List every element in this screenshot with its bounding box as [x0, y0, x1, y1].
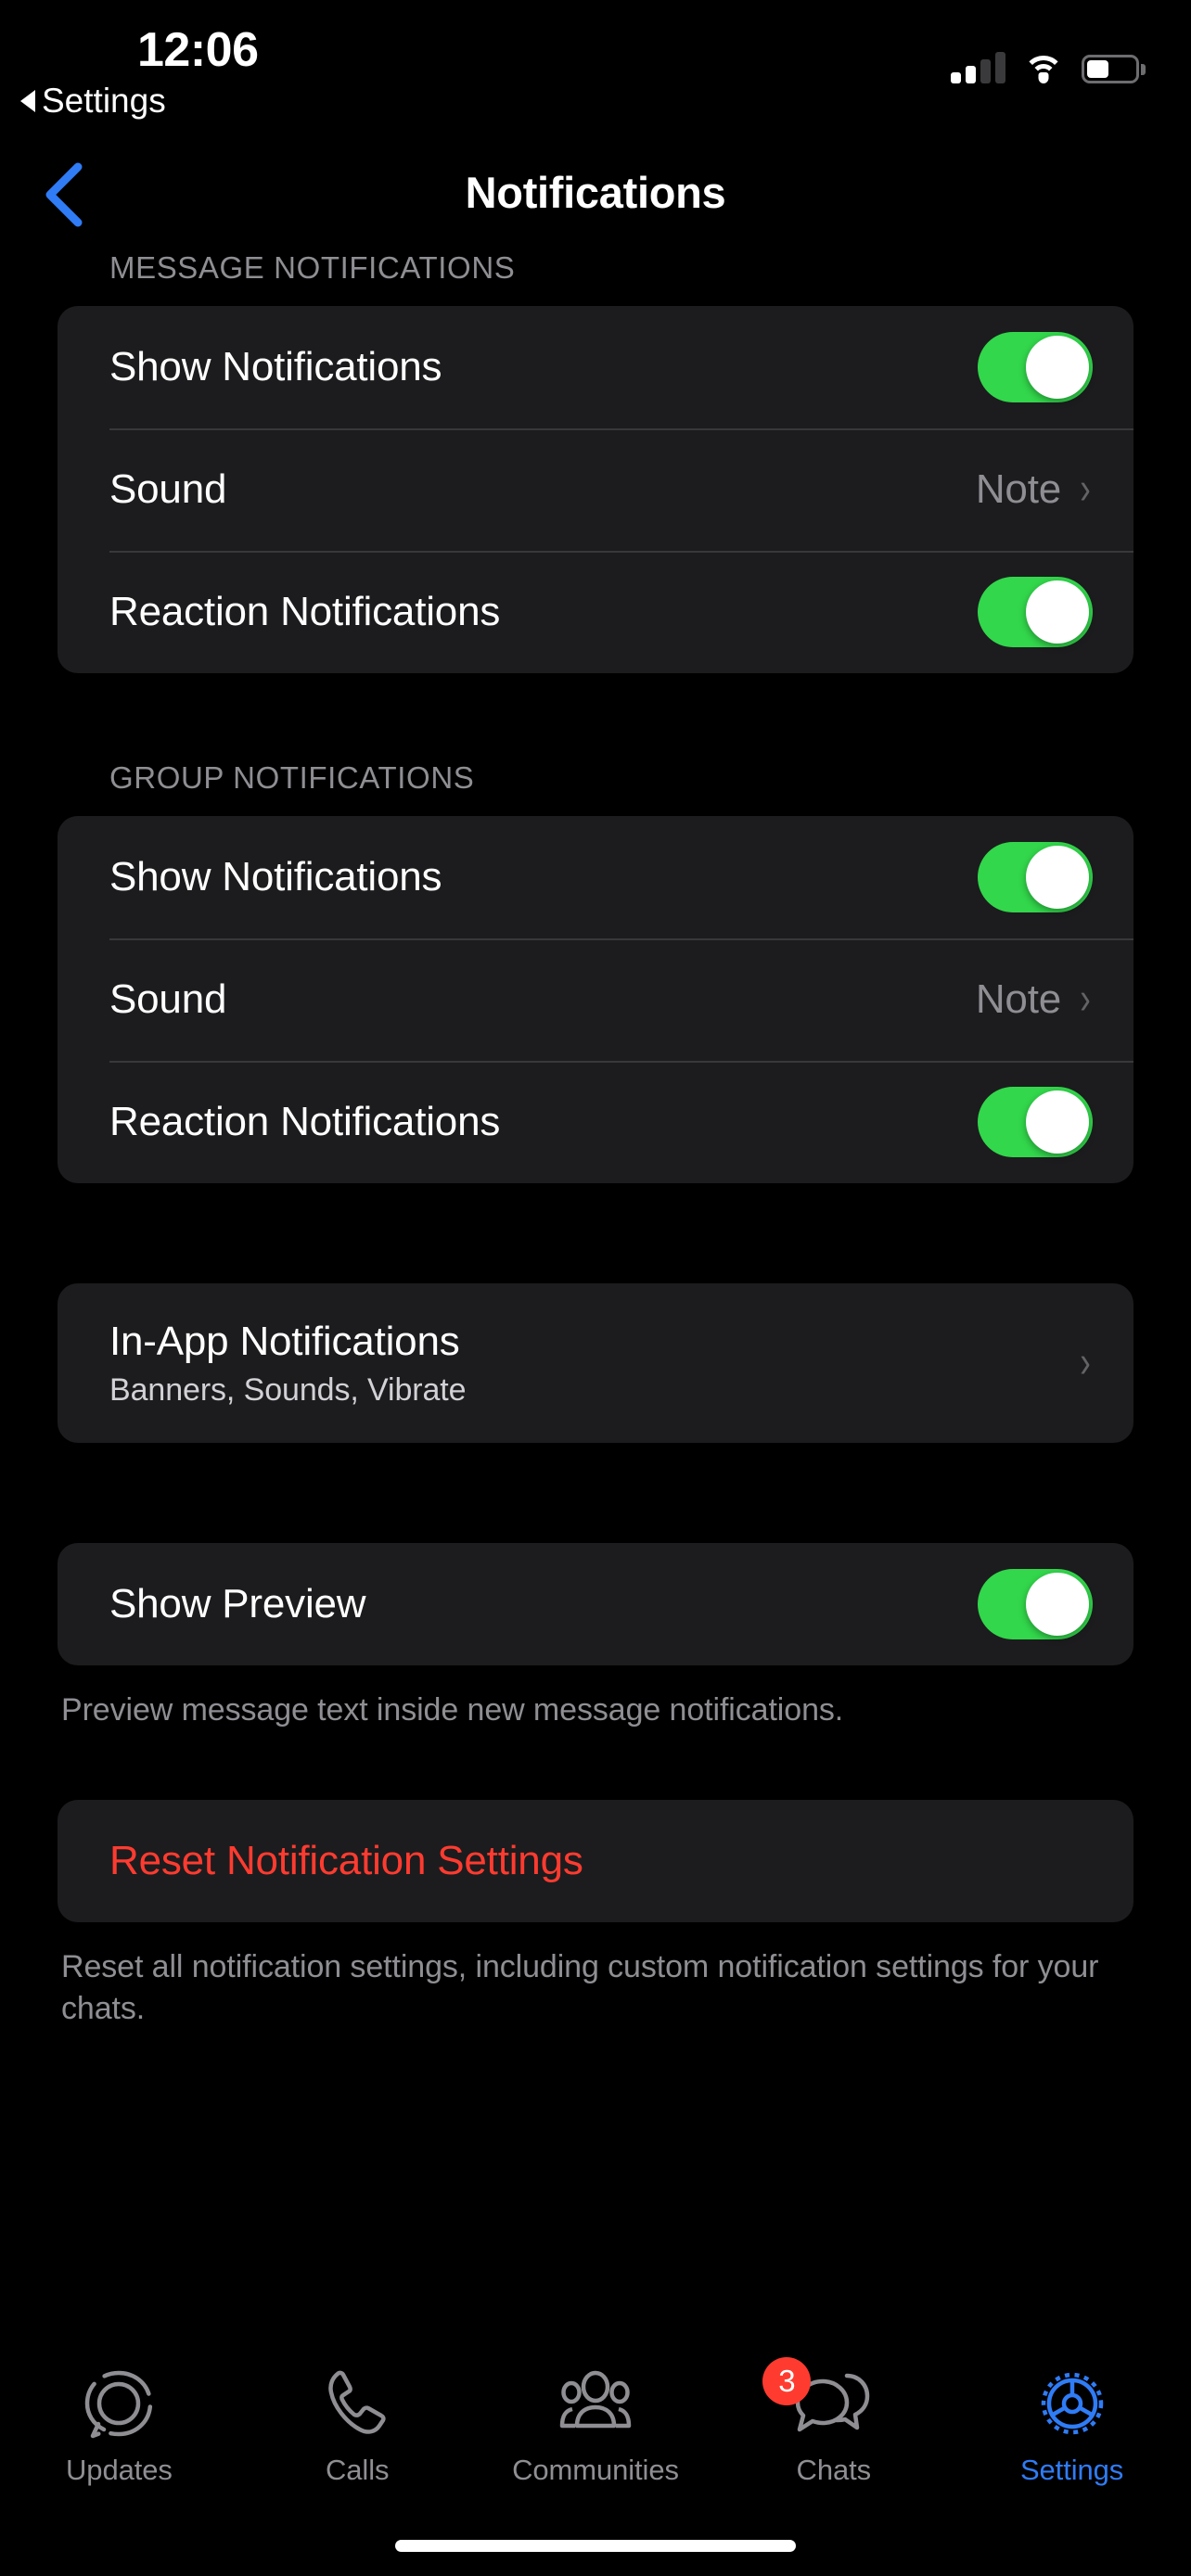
row-label: Reaction Notifications [109, 1099, 501, 1144]
tab-calls[interactable]: Calls [238, 2361, 477, 2487]
section-header-group-notifications: GROUP NOTIFICATIONS [109, 760, 475, 795]
row-value-sound: Note [975, 976, 1062, 1022]
row-group-show-notifications[interactable]: Show Notifications [58, 816, 1133, 938]
card-message-notifications: Show Notifications Sound Note › Reaction… [58, 306, 1133, 673]
footnote-show-preview: Preview message text inside new message … [61, 1692, 844, 1728]
status-bar-time: 12:06 [137, 23, 259, 77]
battery-icon [1082, 55, 1146, 83]
row-label: Show Preview [109, 1581, 366, 1626]
row-message-sound[interactable]: Sound Note › [58, 428, 1133, 551]
footnote-reset: Reset all notification settings, includi… [61, 1948, 1099, 2026]
status-bar-back-hint[interactable]: Settings [20, 82, 166, 121]
row-in-app-notifications[interactable]: In-App Notifications Banners, Sounds, Vi… [58, 1283, 1133, 1443]
tab-settings[interactable]: Settings [953, 2361, 1191, 2487]
row-subtitle: Banners, Sounds, Vibrate [109, 1371, 467, 1408]
chats-badge: 3 [762, 2357, 812, 2405]
row-label: Show Notifications [109, 344, 442, 389]
tab-updates[interactable]: Updates [0, 2361, 238, 2487]
card-in-app-notifications: In-App Notifications Banners, Sounds, Vi… [58, 1283, 1133, 1443]
home-indicator [395, 2540, 796, 2552]
phone-icon [314, 2361, 400, 2446]
gear-icon [1030, 2361, 1115, 2446]
chevron-right-icon: › [1080, 975, 1091, 1024]
chevron-right-icon: › [1080, 1338, 1091, 1387]
row-label: Show Notifications [109, 854, 442, 899]
toggle-message-show-notifications[interactable] [978, 332, 1093, 402]
tab-chats[interactable]: 3 Chats [714, 2357, 953, 2487]
row-label: Reaction Notifications [109, 589, 501, 634]
toggle-show-preview[interactable] [978, 1569, 1093, 1639]
tab-label: Chats [796, 2454, 872, 2486]
updates-icon [76, 2361, 161, 2446]
reset-notification-settings-button[interactable]: Reset Notification Settings [109, 1838, 1093, 1884]
row-message-show-notifications[interactable]: Show Notifications [58, 306, 1133, 428]
tab-label: Communities [512, 2454, 679, 2486]
chevron-right-icon: › [1080, 465, 1091, 514]
card-reset-notification-settings: Reset Notification Settings [58, 1799, 1133, 1922]
row-label: Sound [109, 976, 227, 1022]
row-show-preview[interactable]: Show Preview [58, 1543, 1133, 1665]
status-bar: 12:06 Settings [0, 0, 1191, 120]
card-group-notifications: Show Notifications Sound Note › Reaction… [58, 816, 1133, 1183]
row-group-sound[interactable]: Sound Note › [58, 938, 1133, 1061]
row-label: In-App Notifications [109, 1318, 460, 1364]
tab-communities[interactable]: Communities [477, 2361, 715, 2487]
row-label: Sound [109, 466, 227, 512]
back-triangle-icon [20, 90, 35, 112]
settings-list: MESSAGE NOTIFICATIONS Show Notifications… [0, 250, 1191, 2030]
navigation-bar: Notifications [0, 139, 1191, 250]
tab-label: Calls [325, 2454, 390, 2486]
status-bar-indicators [951, 46, 1146, 83]
phone-screen: 12:06 Settings Notifications MESSAGE NOT… [0, 0, 1191, 2576]
row-reset-notification-settings[interactable]: Reset Notification Settings [58, 1800, 1133, 1922]
row-value-sound: Note [975, 466, 1062, 512]
toggle-group-show-notifications[interactable] [978, 842, 1093, 912]
toggle-group-reaction-notifications[interactable] [978, 1087, 1093, 1157]
tab-label: Settings [1019, 2454, 1124, 2486]
toggle-message-reaction-notifications[interactable] [978, 577, 1093, 647]
status-bar-back-hint-label: Settings [42, 82, 166, 120]
row-message-reaction-notifications[interactable]: Reaction Notifications [58, 551, 1133, 673]
cellular-signal-icon [951, 52, 1005, 83]
page-title: Notifications [465, 168, 726, 217]
row-group-reaction-notifications[interactable]: Reaction Notifications [58, 1061, 1133, 1183]
communities-icon [553, 2361, 638, 2446]
wifi-icon [1023, 54, 1064, 83]
section-header-message-notifications: MESSAGE NOTIFICATIONS [109, 250, 516, 285]
tab-label: Updates [66, 2454, 173, 2486]
card-show-preview: Show Preview [58, 1543, 1133, 1665]
